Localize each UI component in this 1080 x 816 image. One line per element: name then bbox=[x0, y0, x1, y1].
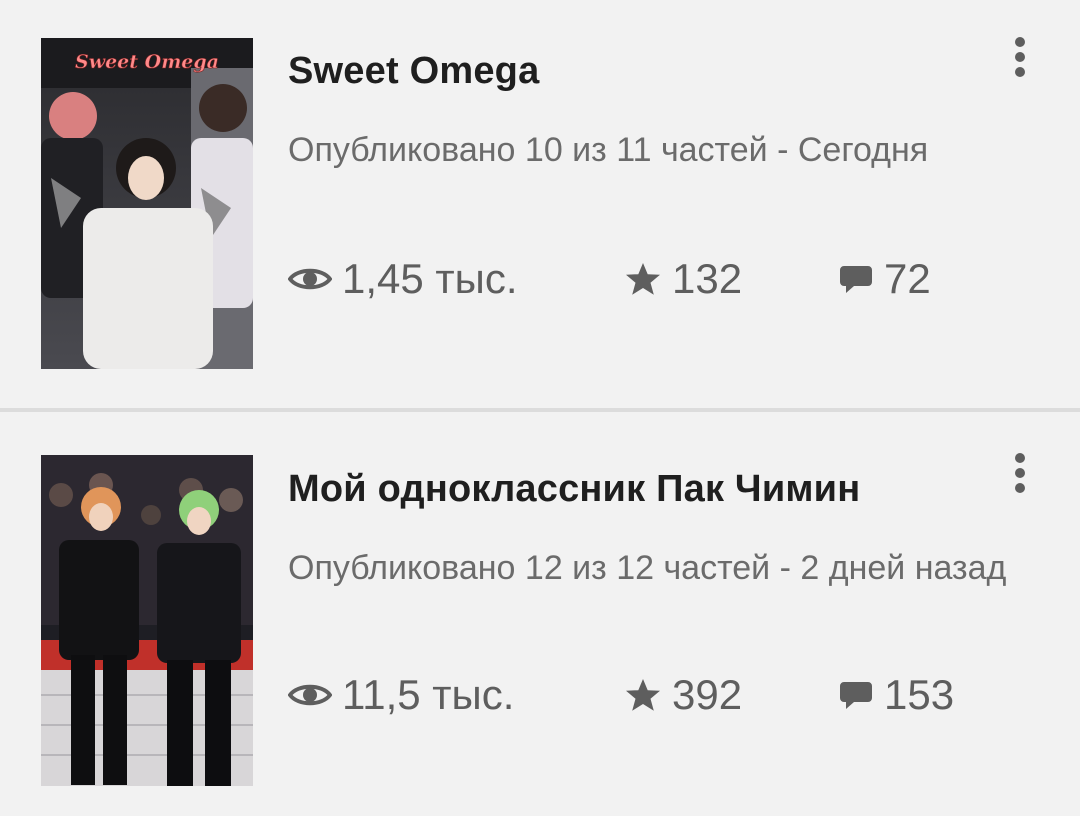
more-vertical-icon bbox=[1015, 37, 1025, 77]
reads-count: 11,5 тыс. bbox=[342, 671, 515, 718]
comments-stat: 153 bbox=[838, 670, 954, 720]
story-meta: Опубликовано 12 из 12 частей - 2 дней на… bbox=[288, 549, 1007, 587]
cover-image: Sweet Omega bbox=[41, 38, 253, 369]
story-title[interactable]: Sweet Omega bbox=[288, 50, 539, 93]
story-stats: 11,5 тыс. 392 153 bbox=[288, 670, 1028, 720]
more-vertical-icon bbox=[1015, 453, 1025, 493]
star-icon bbox=[626, 263, 660, 295]
comments-count: 153 bbox=[884, 671, 955, 718]
story-cover[interactable]: Sweet Omega bbox=[41, 38, 253, 369]
story-menu-button[interactable] bbox=[1000, 444, 1040, 504]
story-menu-button[interactable] bbox=[1000, 28, 1040, 88]
votes-count: 132 bbox=[672, 255, 743, 302]
story-meta: Опубликовано 10 из 11 частей - Сегодня bbox=[288, 131, 929, 169]
story-title[interactable]: Мой одноклассник Пак Чимин bbox=[288, 468, 860, 511]
eye-icon bbox=[288, 684, 332, 706]
votes-count: 392 bbox=[672, 671, 743, 718]
reads-count: 1,45 тыс. bbox=[342, 255, 518, 302]
cover-image bbox=[41, 455, 253, 786]
story-list: Sweet Omega Sweet Omega Опубликовано 10 … bbox=[0, 0, 1080, 816]
story-card[interactable]: Мой одноклассник Пак Чимин Опубликовано … bbox=[0, 412, 1080, 816]
story-card[interactable]: Sweet Omega Sweet Omega Опубликовано 10 … bbox=[0, 0, 1080, 408]
comment-icon bbox=[840, 682, 872, 709]
story-cover[interactable] bbox=[41, 455, 253, 786]
reads-stat: 11,5 тыс. bbox=[288, 670, 514, 720]
votes-stat: 132 bbox=[624, 254, 742, 304]
comment-icon bbox=[840, 266, 872, 293]
comments-count: 72 bbox=[884, 255, 931, 302]
eye-icon bbox=[288, 268, 332, 290]
cover-title: Sweet Omega bbox=[75, 51, 219, 73]
star-icon bbox=[626, 679, 660, 711]
story-stats: 1,45 тыс. 132 72 bbox=[288, 254, 1028, 304]
votes-stat: 392 bbox=[624, 670, 742, 720]
reads-stat: 1,45 тыс. bbox=[288, 254, 518, 304]
comments-stat: 72 bbox=[838, 254, 931, 304]
